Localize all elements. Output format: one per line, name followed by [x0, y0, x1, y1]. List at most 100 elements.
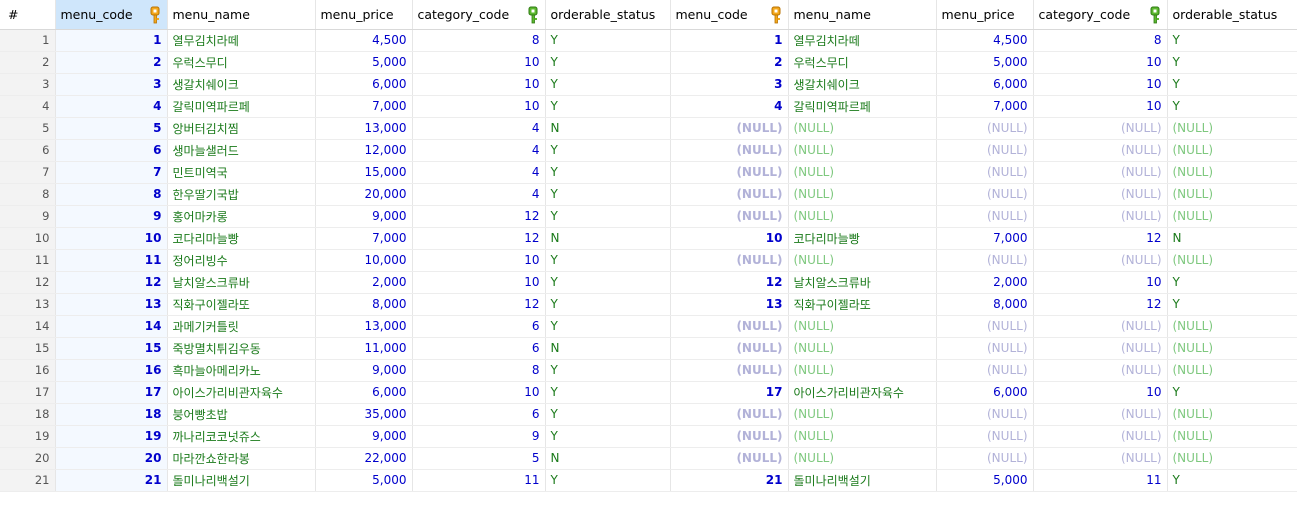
cell-menu-price[interactable]: 2,000 [315, 271, 413, 294]
row-number[interactable]: 9 [0, 205, 56, 228]
cell-orderable-status-2[interactable]: Y [1167, 95, 1297, 118]
cell-menu-code[interactable]: 7 [55, 161, 168, 184]
cell-menu-code[interactable]: 3 [55, 73, 168, 96]
cell-menu-name[interactable]: 앙버터김치찜 [167, 117, 316, 140]
cell-menu-name-2[interactable]: 코다리마늘빵 [788, 227, 937, 250]
cell-menu-price[interactable]: 9,000 [315, 425, 413, 448]
cell-menu-name-2-null[interactable]: (NULL) [788, 403, 937, 426]
table-row[interactable]: 10 10 코다리마늘빵 7,000 12 N 10 코다리마늘빵 7,000 12 N [0, 227, 1297, 250]
cell-category-code-2[interactable]: 10 [1033, 271, 1168, 294]
table-row[interactable]: 8 8 한우딸기국밥 20,000 4 Y (NULL) (NULL) (NULL) (NULL)… [0, 183, 1297, 206]
cell-category-code[interactable]: 4 [412, 139, 546, 162]
cell-menu-name[interactable]: 생마늘샐러드 [167, 139, 316, 162]
cell-menu-code[interactable]: 19 [55, 425, 168, 448]
cell-category-code-2-null[interactable]: (NULL) [1033, 161, 1168, 184]
cell-menu-price[interactable]: 20,000 [315, 183, 413, 206]
cell-menu-name-2[interactable]: 열무김치라떼 [788, 29, 937, 52]
cell-category-code[interactable]: 4 [412, 183, 546, 206]
cell-menu-code-2-null[interactable]: (NULL) [670, 359, 789, 382]
cell-category-code[interactable]: 12 [412, 293, 546, 316]
cell-menu-code[interactable]: 16 [55, 359, 168, 382]
cell-category-code-2-null[interactable]: (NULL) [1033, 205, 1168, 228]
cell-menu-name-2-null[interactable]: (NULL) [788, 315, 937, 338]
cell-category-code-2[interactable]: 10 [1033, 73, 1168, 96]
cell-menu-price-2[interactable]: 4,500 [936, 29, 1034, 52]
cell-orderable-status[interactable]: N [545, 337, 671, 360]
cell-menu-name[interactable]: 우럭스무디 [167, 51, 316, 74]
cell-menu-name-2-null[interactable]: (NULL) [788, 337, 937, 360]
table-row[interactable]: 6 6 생마늘샐러드 12,000 4 Y (NULL) (NULL) (NULL) (NULL)… [0, 139, 1297, 162]
cell-menu-code[interactable]: 12 [55, 271, 168, 294]
cell-category-code-2[interactable]: 11 [1033, 469, 1168, 492]
cell-menu-code-2-null[interactable]: (NULL) [670, 139, 789, 162]
cell-menu-code-2[interactable]: 21 [670, 469, 789, 492]
cell-menu-price-2-null[interactable]: (NULL) [936, 205, 1034, 228]
cell-orderable-status-2[interactable]: Y [1167, 271, 1297, 294]
cell-category-code[interactable]: 4 [412, 161, 546, 184]
row-number[interactable]: 4 [0, 95, 56, 118]
table-row[interactable]: 18 18 붕어빵초밥 35,000 6 Y (NULL) (NULL) (NULL) (NULL… [0, 403, 1297, 426]
cell-menu-code[interactable]: 14 [55, 315, 168, 338]
cell-menu-code[interactable]: 9 [55, 205, 168, 228]
cell-orderable-status-2[interactable]: Y [1167, 51, 1297, 74]
table-row[interactable]: 7 7 민트미역국 15,000 4 Y (NULL) (NULL) (NULL) (NULL)(… [0, 161, 1297, 184]
cell-menu-code-2-null[interactable]: (NULL) [670, 249, 789, 272]
cell-menu-price-2[interactable]: 5,000 [936, 469, 1034, 492]
table-row[interactable]: 19 19 까나리코코넛쥬스 9,000 9 Y (NULL) (NULL) (NULL) (NU… [0, 425, 1297, 448]
cell-orderable-status[interactable]: Y [545, 271, 671, 294]
cell-orderable-status[interactable]: Y [545, 425, 671, 448]
row-number[interactable]: 17 [0, 381, 56, 404]
cell-menu-name[interactable]: 과메기커틀릿 [167, 315, 316, 338]
cell-menu-price-2-null[interactable]: (NULL) [936, 447, 1034, 470]
cell-menu-price-2-null[interactable]: (NULL) [936, 337, 1034, 360]
cell-category-code-2-null[interactable]: (NULL) [1033, 139, 1168, 162]
cell-menu-price[interactable]: 7,000 [315, 95, 413, 118]
cell-menu-code[interactable]: 10 [55, 227, 168, 250]
cell-menu-code[interactable]: 13 [55, 293, 168, 316]
cell-category-code[interactable]: 10 [412, 381, 546, 404]
cell-category-code[interactable]: 6 [412, 337, 546, 360]
cell-menu-price[interactable]: 15,000 [315, 161, 413, 184]
cell-menu-price-2-null[interactable]: (NULL) [936, 359, 1034, 382]
cell-menu-code-2[interactable]: 17 [670, 381, 789, 404]
cell-menu-price-2-null[interactable]: (NULL) [936, 315, 1034, 338]
cell-orderable-status[interactable]: N [545, 117, 671, 140]
table-row[interactable]: 20 20 마라깐쇼한라봉 22,000 5 N (NULL) (NULL) (NULL) (NU… [0, 447, 1297, 470]
table-row[interactable]: 13 13 직화구이젤라또 8,000 12 Y 13 직화구이젤라또 8,000 12 Y [0, 293, 1297, 316]
cell-orderable-status[interactable]: Y [545, 469, 671, 492]
cell-orderable-status[interactable]: Y [545, 315, 671, 338]
row-number[interactable]: 2 [0, 51, 56, 74]
cell-menu-code-2-null[interactable]: (NULL) [670, 425, 789, 448]
cell-category-code-2[interactable]: 10 [1033, 95, 1168, 118]
cell-category-code[interactable]: 8 [412, 359, 546, 382]
cell-menu-price-2-null[interactable]: (NULL) [936, 403, 1034, 426]
cell-orderable-status-2[interactable]: Y [1167, 293, 1297, 316]
cell-menu-code-2[interactable]: 4 [670, 95, 789, 118]
cell-menu-price-2[interactable]: 6,000 [936, 381, 1034, 404]
cell-menu-code[interactable]: 15 [55, 337, 168, 360]
cell-category-code[interactable]: 5 [412, 447, 546, 470]
row-number[interactable]: 19 [0, 425, 56, 448]
cell-menu-name[interactable]: 생갈치쉐이크 [167, 73, 316, 96]
row-number[interactable]: 5 [0, 117, 56, 140]
table-row[interactable]: 1 1 열무김치라떼 4,500 8 Y 1 열무김치라떼 4,500 8 Y [0, 29, 1297, 52]
cell-menu-price-2[interactable]: 7,000 [936, 227, 1034, 250]
cell-menu-price-2-null[interactable]: (NULL) [936, 117, 1034, 140]
cell-orderable-status[interactable]: Y [545, 249, 671, 272]
cell-menu-code-2-null[interactable]: (NULL) [670, 315, 789, 338]
cell-menu-code-2[interactable]: 10 [670, 227, 789, 250]
cell-menu-name[interactable]: 죽방멸치튀김우동 [167, 337, 316, 360]
cell-menu-name[interactable]: 열무김치라떼 [167, 29, 316, 52]
cell-category-code[interactable]: 4 [412, 117, 546, 140]
cell-category-code[interactable]: 10 [412, 271, 546, 294]
cell-menu-code[interactable]: 4 [55, 95, 168, 118]
cell-menu-name[interactable]: 붕어빵초밥 [167, 403, 316, 426]
cell-menu-price[interactable]: 7,000 [315, 227, 413, 250]
table-row[interactable]: 17 17 아이스가리비관자육수 6,000 10 Y 17 아이스가리비관자육수 6,000 1… [0, 381, 1297, 404]
cell-menu-code[interactable]: 2 [55, 51, 168, 74]
cell-menu-name[interactable]: 직화구이젤라또 [167, 293, 316, 316]
cell-menu-price[interactable]: 10,000 [315, 249, 413, 272]
cell-orderable-status[interactable]: Y [545, 73, 671, 96]
cell-menu-code-2[interactable]: 3 [670, 73, 789, 96]
cell-menu-price-2[interactable]: 7,000 [936, 95, 1034, 118]
